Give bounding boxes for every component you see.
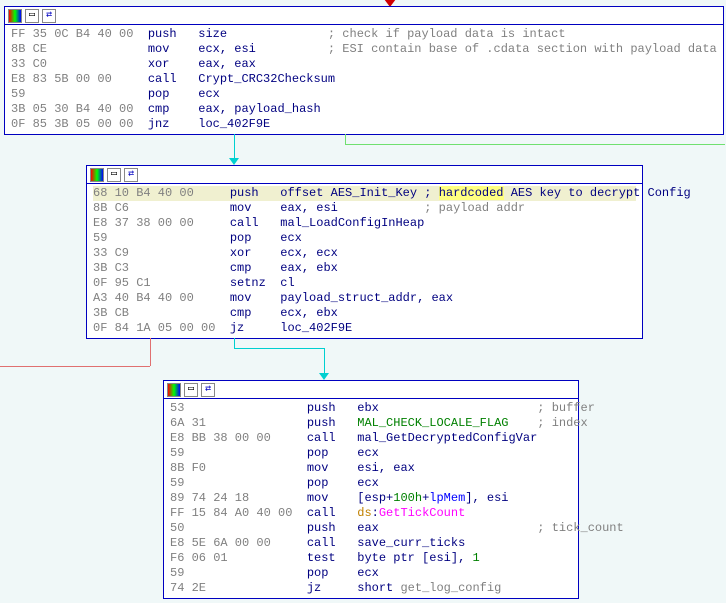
edge-red [150,338,151,366]
disasm-listing: FF 35 0C B4 40 00 push size ; check if p… [5,25,723,134]
swap-icon[interactable]: ⇄ [124,168,138,182]
disasm-row: FF 15 84 A0 40 00 call ds:GetTickCount [170,506,572,521]
disasm-row: 0F 95 C1 setnz cl [93,276,636,291]
colors-icon[interactable] [8,9,22,23]
disasm-row: 89 74 24 18 mov [esp+100h+lpMem], esi [170,491,572,506]
edge-cyan [324,348,325,375]
disasm-row: 59 pop ecx [93,231,636,246]
disasm-row: E8 37 38 00 00 call mal_LoadConfigInHeap [93,216,636,231]
disasm-row: 33 C0 xor eax, eax [11,57,717,72]
disasm-row: 8B CE mov ecx, esi ; ESI contain base of… [11,42,717,57]
disasm-row: 59 pop ecx [11,87,717,102]
swap-icon[interactable]: ⇄ [201,383,215,397]
disasm-row: 8B F0 mov esi, eax [170,461,572,476]
window-icon[interactable]: ▭ [107,168,121,182]
disasm-row: 50 push eax ; tick_count [170,521,572,536]
disasm-node-3[interactable]: ▭ ⇄ 53 push ebx ; buffer6A 31 push MAL_C… [163,380,579,599]
edge-cyan [234,348,324,349]
edge-arrow-cyan [229,158,239,165]
disasm-node-1[interactable]: ▭ ⇄ FF 35 0C B4 40 00 push size ; check … [4,6,724,135]
window-icon[interactable]: ▭ [184,383,198,397]
edge-cyan [234,338,235,348]
disasm-row: 3B C3 cmp eax, ebx [93,261,636,276]
edge-cyan [234,134,235,160]
disasm-row: 59 pop ecx [170,566,572,581]
disasm-row: FF 35 0C B4 40 00 push size ; check if p… [11,27,717,42]
node-titlebar[interactable]: ▭ ⇄ [87,166,642,184]
disasm-row: 0F 85 3B 05 00 00 jnz loc_402F9E [11,117,717,132]
disasm-listing: 68 10 B4 40 00 push offset AES_Init_Key … [87,184,642,338]
disasm-row: 59 pop ecx [170,446,572,461]
edge-green [345,144,725,145]
disasm-row: A3 40 B4 40 00 mov payload_struct_addr, … [93,291,636,306]
disasm-row: E8 83 5B 00 00 call Crypt_CRC32Checksum [11,72,717,87]
disasm-node-2[interactable]: ▭ ⇄ 68 10 B4 40 00 push offset AES_Init_… [86,165,643,339]
disasm-row: 59 pop ecx [170,476,572,491]
window-icon[interactable]: ▭ [25,9,39,23]
disasm-row: 33 C9 xor ecx, ecx [93,246,636,261]
edge-red [0,366,150,367]
disasm-row: 3B 05 30 B4 40 00 cmp eax, payload_hash [11,102,717,117]
disasm-row: E8 BB 38 00 00 call mal_GetDecryptedConf… [170,431,572,446]
colors-icon[interactable] [167,383,181,397]
disasm-row: 53 push ebx ; buffer [170,401,572,416]
node-titlebar[interactable]: ▭ ⇄ [164,381,578,399]
disasm-row: F6 06 01 test byte ptr [esi], 1 [170,551,572,566]
disasm-row: 0F 84 1A 05 00 00 jz loc_402F9E [93,321,636,336]
disasm-row: 8B C6 mov eax, esi ; payload addr [93,201,636,216]
edge-green [345,134,346,144]
disasm-row: 68 10 B4 40 00 push offset AES_Init_Key … [93,186,636,201]
swap-icon[interactable]: ⇄ [42,9,56,23]
disasm-row: 3B CB cmp ecx, ebx [93,306,636,321]
disasm-row: E8 5E 6A 00 00 call save_curr_ticks [170,536,572,551]
disasm-row: 6A 31 push MAL_CHECK_LOCALE_FLAG ; index [170,416,572,431]
colors-icon[interactable] [90,168,104,182]
disasm-row: 74 2E jz short get_log_config [170,581,572,596]
edge-arrow-cyan [319,373,329,380]
node-titlebar[interactable]: ▭ ⇄ [5,7,723,25]
disasm-listing: 53 push ebx ; buffer6A 31 push MAL_CHECK… [164,399,578,598]
